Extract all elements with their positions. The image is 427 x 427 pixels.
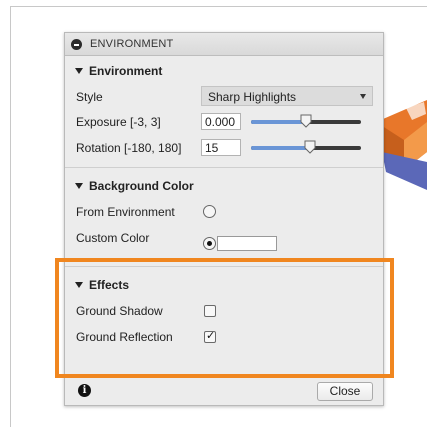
background-section-title: Background Color bbox=[89, 179, 194, 193]
style-dropdown-value: Sharp Highlights bbox=[208, 90, 297, 104]
effects-highlight-box bbox=[55, 258, 394, 378]
exposure-slider-thumb[interactable] bbox=[300, 114, 312, 128]
background-section-header[interactable]: Background Color bbox=[75, 179, 194, 193]
canvas-border-top bbox=[10, 6, 427, 7]
rotation-input[interactable]: 15 bbox=[201, 139, 241, 156]
from-environment-radio[interactable] bbox=[203, 205, 216, 218]
rotation-slider-thumb[interactable] bbox=[304, 140, 316, 154]
exposure-input[interactable]: 0.000 bbox=[201, 113, 241, 130]
rotation-label: Rotation [-180, 180] bbox=[76, 141, 182, 155]
panel-title: ENVIRONMENT bbox=[90, 38, 174, 50]
style-label: Style bbox=[76, 90, 103, 104]
environment-section-title: Environment bbox=[89, 64, 163, 78]
from-environment-label: From Environment bbox=[76, 205, 175, 219]
panel-footer: i Close bbox=[65, 377, 383, 406]
exposure-slider-fill bbox=[251, 120, 306, 124]
collapse-icon[interactable] bbox=[71, 39, 82, 50]
rotation-slider[interactable] bbox=[251, 140, 361, 154]
expand-triangle-icon bbox=[75, 68, 83, 74]
section-divider bbox=[65, 167, 383, 168]
environment-section-header[interactable]: Environment bbox=[75, 64, 162, 78]
style-dropdown[interactable]: Sharp Highlights bbox=[201, 86, 373, 106]
exposure-label: Exposure [-3, 3] bbox=[76, 115, 161, 129]
custom-color-label: Custom Color bbox=[76, 231, 150, 245]
expand-triangle-icon bbox=[75, 183, 83, 189]
custom-color-radio[interactable] bbox=[203, 237, 216, 250]
custom-color-swatch[interactable] bbox=[217, 236, 277, 251]
exposure-slider[interactable] bbox=[251, 114, 361, 128]
close-button[interactable]: Close bbox=[317, 382, 373, 401]
info-icon[interactable]: i bbox=[78, 384, 91, 397]
rotation-slider-fill bbox=[251, 146, 311, 150]
panel-header: ENVIRONMENT bbox=[65, 33, 383, 56]
chevron-down-icon bbox=[360, 94, 366, 99]
canvas-border-left bbox=[10, 6, 11, 427]
